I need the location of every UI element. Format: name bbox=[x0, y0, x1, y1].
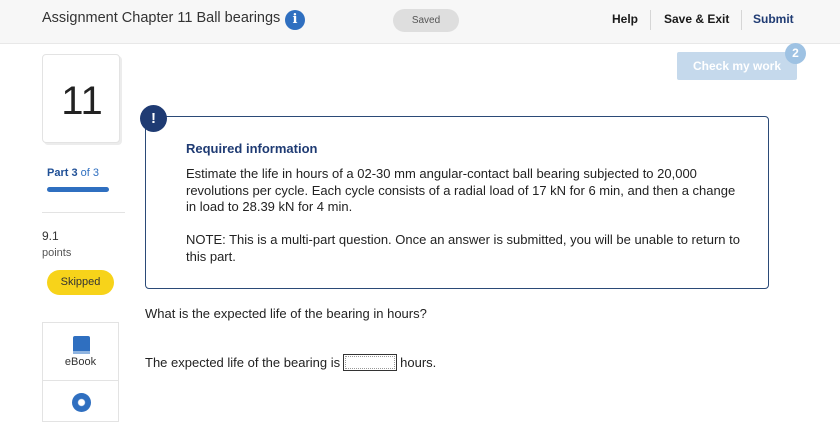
attempts-remaining-badge: 2 bbox=[785, 43, 806, 64]
assignment-title: Assignment Chapter 11 Ball bearings bbox=[42, 10, 281, 26]
question-prompt: What is the expected life of the bearing… bbox=[145, 306, 427, 321]
part-progress-bar bbox=[47, 187, 109, 192]
required-information-heading: Required information bbox=[186, 141, 318, 156]
ebook-label: eBook bbox=[64, 356, 97, 368]
alert-icon: ! bbox=[140, 105, 167, 132]
saved-status-badge: Saved bbox=[393, 9, 459, 32]
skipped-status-badge: Skipped bbox=[47, 270, 114, 295]
points-value: 9.1 bbox=[42, 229, 59, 243]
answer-unit: hours. bbox=[400, 355, 437, 370]
top-bar: Assignment Chapter 11 Ball bearings i Sa… bbox=[0, 0, 840, 44]
book-icon bbox=[73, 336, 90, 354]
question-number-card[interactable]: 11 bbox=[42, 54, 120, 143]
lifebuoy-icon[interactable] bbox=[72, 393, 91, 412]
save-exit-link[interactable]: Save & Exit bbox=[664, 12, 729, 26]
part-current: Part 3 bbox=[47, 167, 78, 179]
tools-panel: eBook bbox=[42, 322, 119, 422]
multi-part-note: NOTE: This is a multi-part question. Onc… bbox=[186, 232, 740, 264]
expected-life-input[interactable] bbox=[343, 354, 398, 371]
answer-row: The expected life of the bearing is hour… bbox=[145, 354, 436, 371]
info-icon[interactable]: i bbox=[285, 10, 305, 30]
question-number: 11 bbox=[61, 79, 103, 123]
points-label: points bbox=[42, 247, 72, 259]
nav-divider bbox=[650, 10, 651, 30]
part-indicator: Part 3 of 3 bbox=[47, 167, 99, 179]
required-information-box: Required information Estimate the life i… bbox=[145, 116, 769, 289]
answer-prefix: The expected life of the bearing is bbox=[145, 355, 341, 370]
nav-divider bbox=[741, 10, 742, 30]
part-total: of 3 bbox=[80, 167, 99, 179]
required-information-text: Estimate the life in hours of a 02-30 mm… bbox=[186, 166, 736, 214]
submit-link[interactable]: Submit bbox=[753, 12, 794, 26]
check-my-work-button[interactable]: Check my work bbox=[677, 52, 797, 80]
help-link[interactable]: Help bbox=[612, 12, 638, 26]
panel-divider bbox=[42, 212, 125, 213]
ebook-button[interactable]: eBook bbox=[43, 323, 118, 381]
